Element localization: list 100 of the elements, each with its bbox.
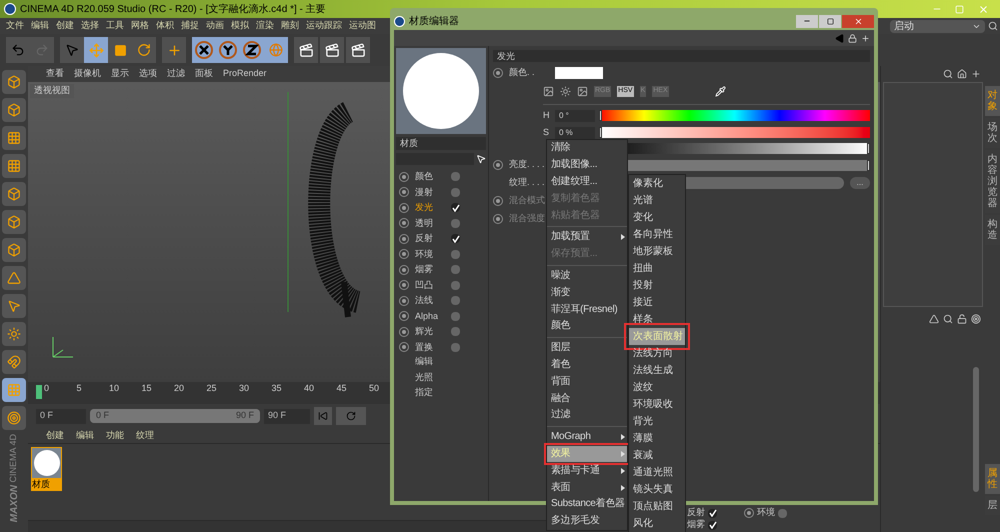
render-button[interactable] (320, 37, 344, 63)
menu-item[interactable]: 光谱 (629, 192, 685, 209)
channel-item[interactable]: 凹凸 (415, 278, 445, 292)
menu-item[interactable]: 各向异性 (629, 226, 685, 243)
menu-item[interactable]: 模拟 (231, 19, 249, 33)
menu-item[interactable]: 捕捉 (181, 19, 199, 33)
render-button[interactable] (346, 37, 370, 63)
material-menu-item[interactable]: 纹理 (136, 428, 154, 442)
color-swatch[interactable] (555, 67, 603, 79)
menu-item[interactable]: 编辑 (31, 19, 49, 33)
menu-item[interactable]: 多边形毛发 (547, 512, 627, 530)
browse-button[interactable]: ... (850, 177, 870, 189)
checkbox[interactable] (708, 520, 717, 530)
loop-button[interactable] (336, 407, 366, 425)
channel-item[interactable]: 漫射 (415, 186, 445, 199)
channel-item[interactable]: 指定 (396, 386, 486, 402)
menu-item[interactable]: Substance着色器 (547, 496, 627, 513)
checkbox[interactable] (451, 342, 460, 352)
menu-item[interactable]: 背面 (547, 373, 627, 390)
channel-item[interactable]: 发光 (415, 201, 445, 214)
checkbox[interactable] (451, 188, 460, 197)
go-to-start-button[interactable] (314, 407, 332, 425)
channel-item[interactable]: 环境 (415, 248, 445, 261)
menu-item[interactable]: 渲染 (256, 19, 274, 33)
checkbox[interactable] (451, 327, 460, 336)
checkbox[interactable] (451, 234, 460, 244)
checkbox[interactable] (451, 203, 460, 212)
tool-button[interactable] (2, 238, 26, 262)
material-menu-item[interactable]: 功能 (106, 428, 124, 442)
menu-item[interactable]: 图层 (547, 340, 627, 357)
menu-item[interactable]: 薄膜 (629, 430, 685, 447)
checkbox[interactable] (778, 508, 787, 518)
menu-item[interactable]: 网格 (131, 19, 149, 33)
viewport-menu-item[interactable]: 选项 (139, 67, 157, 81)
tool-button[interactable] (2, 322, 26, 346)
render-button[interactable] (294, 37, 318, 63)
menu-item[interactable]: 顶点贴图 (629, 498, 685, 515)
menu-item[interactable]: 环境吸收 (629, 396, 685, 413)
channel-item[interactable]: 光照 (396, 370, 486, 386)
viewport-menu-item[interactable]: 过滤 (167, 67, 185, 81)
tool-button[interactable] (2, 350, 26, 374)
menu-item[interactable]: 过滤 (547, 406, 627, 424)
viewport-menu-item[interactable]: 面板 (195, 67, 213, 81)
tool-button[interactable] (2, 126, 26, 150)
menu-item[interactable]: 噪波 (547, 268, 627, 284)
viewport-menu-item[interactable]: 查看 (46, 67, 64, 81)
menu-item[interactable]: 镜头失真 (629, 481, 685, 498)
menu-item[interactable]: 像素化 (629, 175, 685, 192)
tool-button[interactable] (2, 182, 26, 206)
tool-button[interactable] (2, 98, 26, 122)
saturation-slider[interactable] (599, 127, 870, 138)
menu-item[interactable]: 法线方向 (629, 345, 685, 362)
menu-item[interactable]: 着色 (547, 356, 627, 374)
channel-item[interactable]: 编辑 (396, 355, 486, 370)
menu-item[interactable]: 衰减 (629, 447, 685, 464)
menu-item[interactable]: 加载图像... (547, 156, 627, 174)
menu-item[interactable]: 渐变 (547, 284, 627, 302)
material-menu-item[interactable]: 编辑 (76, 428, 94, 442)
tool-button[interactable] (2, 266, 26, 290)
viewport-menu-item[interactable]: 摄像机 (74, 67, 101, 81)
channel-item[interactable]: 法线 (415, 294, 445, 308)
tool-button[interactable] (2, 378, 26, 402)
undo-button[interactable] (6, 37, 30, 63)
checkbox[interactable] (451, 250, 460, 259)
tool-button[interactable] (2, 294, 26, 318)
side-tab[interactable]: 属性 (985, 464, 1000, 494)
scale-tool-button[interactable] (108, 37, 132, 63)
tool-button[interactable] (2, 210, 26, 234)
menu-item[interactable]: 菲涅耳(Fresnel) (547, 301, 627, 318)
menu-item[interactable]: 融合 (547, 390, 627, 407)
channel-item[interactable]: Alpha (415, 310, 445, 323)
select-tool-button[interactable] (60, 37, 84, 63)
menu-item[interactable]: 创建纹理... (547, 174, 627, 190)
menu-item[interactable]: 雕刻 (281, 19, 299, 33)
menu-item[interactable]: 接近 (629, 294, 685, 311)
channel-item[interactable]: 辉光 (415, 325, 445, 338)
channel-item[interactable]: 透明 (415, 216, 445, 230)
menu-item[interactable]: 地形蒙板 (629, 243, 685, 260)
material-menu-item[interactable]: 创建 (46, 428, 64, 442)
checkbox[interactable] (451, 280, 460, 290)
tool-button[interactable] (2, 154, 26, 178)
start-frame-field[interactable]: 0 F (36, 408, 86, 424)
menu-item[interactable]: 投射 (629, 277, 685, 294)
menu-item[interactable]: 通道光照 (629, 464, 685, 481)
menu-item[interactable]: 背光 (629, 413, 685, 430)
channel-item[interactable]: 颜色 (415, 170, 445, 184)
maximize-button[interactable] (819, 14, 841, 28)
viewport-menu-item[interactable]: ProRender (223, 67, 267, 81)
checkbox[interactable] (451, 265, 460, 274)
material-name-field[interactable]: 材质 (396, 137, 486, 150)
checkbox[interactable] (451, 218, 460, 228)
menu-item[interactable]: 文件 (6, 19, 24, 33)
menu-item[interactable]: 变化 (629, 209, 685, 226)
checkbox[interactable] (451, 172, 460, 182)
menu-item[interactable]: 法线生成 (629, 362, 685, 379)
tool-button[interactable] (2, 70, 26, 94)
menu-item[interactable]: 选择 (81, 19, 99, 33)
material-swatch[interactable]: 材质 (31, 447, 62, 491)
menu-item[interactable]: 样条 (629, 311, 685, 328)
add-button[interactable] (162, 37, 186, 63)
